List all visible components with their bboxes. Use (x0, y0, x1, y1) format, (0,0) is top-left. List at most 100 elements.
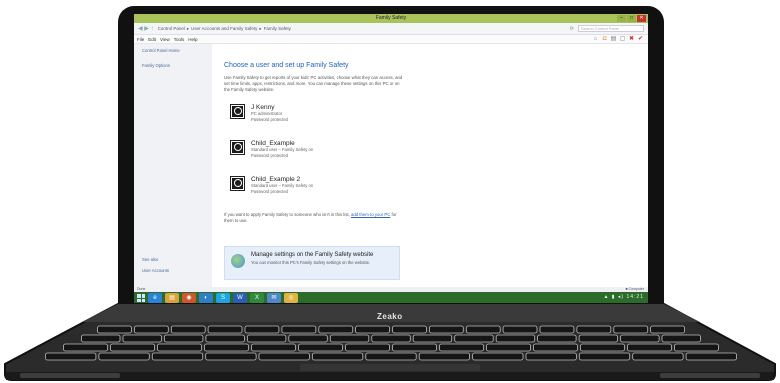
menu-help[interactable]: Help (188, 37, 197, 42)
keyboard-key (318, 325, 354, 334)
keyboard-key (392, 325, 427, 334)
menu-file[interactable]: File (137, 37, 144, 42)
add-user-link[interactable]: add them to your PC (351, 212, 390, 217)
close-button[interactable]: ✕ (637, 15, 646, 22)
keyboard-key (110, 343, 155, 352)
user-password-status: Password protected (251, 152, 289, 158)
user-role: Standard user – Family Safety on (251, 147, 314, 152)
user-role: Standard user – Family Safety on (251, 183, 314, 188)
user-item[interactable]: Child_Example 2 Standard user – Family S… (230, 176, 648, 205)
keyboard-key (576, 325, 612, 334)
breadcrumb-user-accounts[interactable]: User Accounts and Family Safety (191, 26, 257, 32)
keyboard-key (578, 334, 618, 343)
user-info: J Kenny PC administrator Password protec… (251, 104, 288, 133)
user-avatar-icon (230, 104, 245, 119)
user-item[interactable]: Child_Example Standard user – Family Saf… (230, 140, 648, 169)
website-box-title[interactable]: Manage settings on the Family Safety web… (251, 252, 391, 258)
intro-text: Use Family Safety to get reports of your… (224, 75, 403, 92)
keyboard-key (258, 352, 310, 361)
user-info: Child_Example 2 Standard user – Family S… (251, 176, 313, 205)
window-title: Family Safety (375, 15, 407, 21)
keyboard-key (122, 334, 162, 343)
left-pane: Control Panel Home Family Options See al… (134, 44, 212, 287)
keyboard-key (392, 343, 437, 352)
keyboard-key (345, 343, 390, 352)
breadcrumb-family-safety[interactable]: Family Safety (264, 26, 291, 32)
add-user-note: If you want to apply Family Safety to so… (224, 212, 404, 223)
keyboard-key (170, 325, 206, 334)
breadcrumb-control-panel[interactable]: Control Panel (158, 26, 185, 32)
keyboard-key (578, 352, 631, 361)
delete-icon[interactable]: ✖ (628, 36, 635, 43)
keyboard-key (98, 352, 150, 361)
user-info: Child_Example Standard user – Family Saf… (251, 140, 313, 169)
keyboard-key (495, 334, 536, 343)
sidebar-item-user-accounts[interactable]: User Accounts (142, 268, 169, 273)
laptop-brand-logo: Zeako (377, 312, 403, 321)
home-icon[interactable]: ⌂ (592, 36, 599, 43)
keyboard-key (632, 352, 684, 361)
breadcrumb: Control Panel ▸ User Accounts and Family… (158, 26, 566, 32)
keyboard-key (454, 334, 494, 343)
keyboard-key (311, 352, 364, 361)
keyboard-key (151, 352, 204, 361)
back-forward-icon[interactable]: ◀ ▶ ↑ (138, 25, 154, 32)
menu-edit[interactable]: Edit (148, 37, 156, 42)
window-titlebar[interactable]: Family Safety – □ ✕ (134, 14, 648, 23)
keyboard-key (281, 325, 317, 334)
keyboard-key (365, 352, 417, 361)
print-icon[interactable]: ▤ (610, 36, 617, 43)
breadcrumb-separator: ▸ (259, 25, 262, 31)
user-item[interactable]: J Kenny PC administrator Password protec… (230, 104, 648, 133)
keyboard-key (63, 343, 108, 352)
page-title: Choose a user and set up Family Safety (224, 62, 349, 69)
keyboard-key (298, 343, 343, 352)
keyboard-key (439, 343, 484, 352)
refresh-icon[interactable]: ⟳ (570, 26, 574, 32)
check-icon[interactable]: ✔ (637, 36, 644, 43)
website-box-description: You can monitor this PC's Family Safety … (251, 260, 371, 265)
user-password-status: Password protected (251, 116, 289, 122)
keyboard-key (502, 325, 538, 334)
foot-left (20, 373, 120, 378)
content-area: Control Panel Home Family Options See al… (134, 44, 648, 287)
keyboard-key (371, 334, 411, 343)
menu-tools[interactable]: Tools (174, 37, 185, 42)
keyboard-key (355, 325, 390, 334)
user-avatar-icon (230, 140, 245, 155)
keyboard-key (486, 343, 531, 352)
keyboard-key (465, 325, 501, 334)
keyboard-key (418, 352, 471, 361)
keyboard-key (472, 352, 524, 361)
sidebar-item-family-options[interactable]: Family Options (142, 63, 204, 68)
touchpad (300, 364, 480, 371)
keyboard-key (674, 343, 719, 352)
zone-indicator: ■ Computer (625, 287, 644, 291)
keyboard-key (81, 334, 121, 343)
keyboard-key (207, 325, 243, 334)
window-controls: – □ ✕ (617, 15, 646, 22)
menu-view[interactable]: View (160, 37, 170, 42)
keyboard-key (580, 343, 625, 352)
keyboard-key (244, 325, 280, 334)
keyboard-key (163, 334, 204, 343)
keyboard-key (650, 325, 685, 334)
sidebar-item-control-panel-home[interactable]: Control Panel Home (142, 48, 204, 53)
keyboard-key (288, 334, 328, 343)
maximize-button[interactable]: □ (627, 15, 636, 22)
laptop-screen: Family Safety – □ ✕ ◀ ▶ ↑ Control Panel … (134, 14, 648, 304)
page-icon[interactable]: ▢ (619, 36, 626, 43)
keyboard-key (329, 334, 370, 343)
search-input[interactable]: Search Control Panel (578, 25, 644, 32)
keyboard-key (205, 334, 245, 343)
keyboard-key (412, 334, 453, 343)
globe-icon (231, 254, 245, 268)
minimize-button[interactable]: – (617, 15, 626, 22)
keyboard-key (537, 334, 577, 343)
feed-icon[interactable]: ◘ (601, 36, 608, 43)
family-safety-website-box[interactable]: Manage settings on the Family Safety web… (224, 246, 400, 280)
user-list: J Kenny PC administrator Password protec… (230, 104, 648, 205)
keyboard-key (246, 334, 287, 343)
laptop-illustration: Family Safety – □ ✕ ◀ ▶ ↑ Control Panel … (0, 0, 780, 383)
user-name: J Kenny (251, 104, 275, 111)
